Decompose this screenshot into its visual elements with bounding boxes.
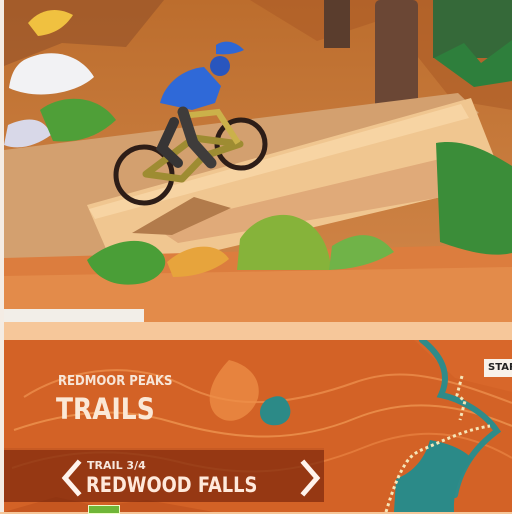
map-marker-start[interactable]: STAR [484,359,512,377]
trail-status-indicator [88,505,120,514]
trail-counter: TRAIL 3/4 [87,459,146,472]
gameplay-scene [4,0,512,322]
chevron-left-icon [61,459,82,497]
section-title: TRAILS [56,392,155,426]
previous-trail-button[interactable] [55,459,89,497]
trail-name: REDWOOD FALLS [86,473,258,497]
trail-illustration [4,0,512,322]
game-screen: STAR REDMOOR PEAKS TRAILS TRAIL 3/4 REDW… [0,0,512,514]
chevron-right-icon [300,459,321,497]
region-name: REDMOOR PEAKS [58,374,173,389]
left-frame-border [0,0,4,512]
screen-divider [0,322,512,340]
next-trail-button[interactable] [293,459,327,497]
